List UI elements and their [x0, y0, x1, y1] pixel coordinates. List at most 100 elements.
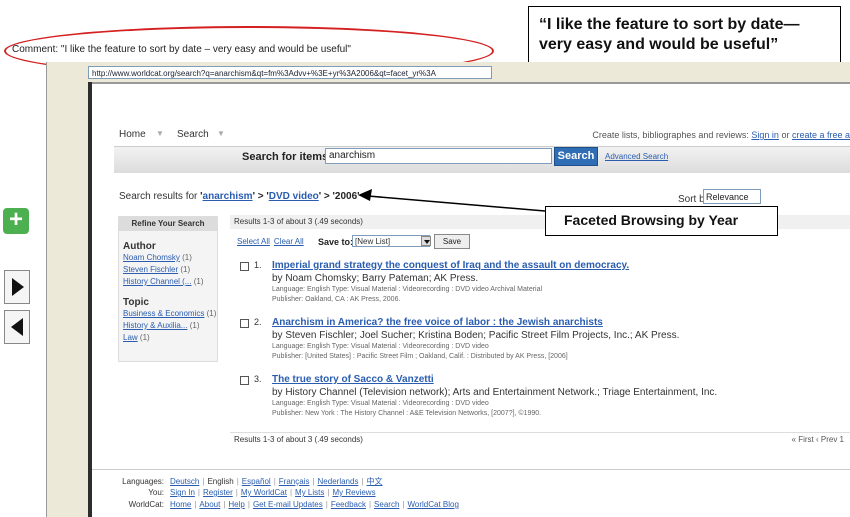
search-input[interactable]: anarchism	[325, 148, 552, 164]
footer-link[interactable]: Sign In	[170, 488, 195, 497]
select-all-link[interactable]: Select All	[237, 237, 270, 246]
facet-link[interactable]: Noam Chomsky	[123, 253, 180, 262]
site-footer: Languages: Deutsch | English | Español | França…	[92, 469, 850, 517]
breadcrumb-sep: ' > '	[252, 191, 269, 202]
search-button[interactable]: Search	[554, 147, 598, 166]
pager[interactable]: « First ‹ Prev 1	[792, 433, 844, 447]
result-author: by History Channel (Television network);…	[272, 387, 718, 398]
footer-link[interactable]: My WorldCat	[241, 488, 287, 497]
footer-languages: Languages: Deutsch | English | Español | França…	[112, 476, 383, 487]
footer-link[interactable]: WorldCat Blog	[407, 500, 458, 509]
create-lists-text: Create lists, bibliographes and reviews:…	[592, 130, 850, 140]
result-meta: Language: English Type: Visual Material …	[272, 400, 489, 407]
result-title-link[interactable]: Imperial grand strategy the conquest of …	[272, 260, 629, 271]
facet-count: (1)	[193, 277, 204, 286]
or-label: or	[778, 130, 792, 140]
play-right-icon	[12, 278, 24, 296]
search-label: Search for items:	[242, 151, 332, 163]
footer-link[interactable]: Search	[374, 500, 399, 509]
result-title-link[interactable]: Anarchism in America? the free voice of …	[272, 317, 603, 328]
facet-count: (1)	[180, 265, 191, 274]
footer-link[interactable]: Feedback	[331, 500, 366, 509]
breadcrumb-prefix: Search results for	[119, 191, 201, 202]
footer-worldcat: WorldCat: Home | About | Help | Get E-mail Upda…	[112, 500, 459, 509]
facet-item[interactable]: Law (1)	[123, 333, 150, 342]
result-publisher: Publisher: Oakland, CA : AK Press, 2006.	[272, 296, 401, 303]
save-to-select[interactable]: [New List]	[352, 235, 430, 247]
footer-link[interactable]: My Reviews	[332, 488, 375, 497]
advanced-search-link[interactable]: Advanced Search	[605, 152, 668, 161]
chevron-down-icon[interactable]: ▼	[156, 129, 164, 138]
facet-link[interactable]: History & Auxilia...	[123, 321, 187, 330]
footer-link[interactable]: My Lists	[295, 488, 324, 497]
clear-all-link[interactable]: Clear All	[274, 237, 304, 246]
chevron-down-icon[interactable]	[421, 236, 431, 246]
result-number: 3.	[254, 374, 262, 384]
result-checkbox[interactable]	[240, 319, 249, 328]
facet-item[interactable]: History & Auxilia... (1)	[123, 321, 199, 330]
footer-link[interactable]: Get E-mail Updates	[253, 500, 323, 509]
create-lists-label: Create lists, bibliographes and reviews:	[592, 130, 752, 140]
facet-link[interactable]: Law	[123, 333, 138, 342]
sign-in-link[interactable]: Sign in	[751, 130, 779, 140]
breadcrumb: Search results for 'anarchism' > 'DVD vi…	[119, 191, 360, 202]
result-number: 1.	[254, 260, 262, 270]
footer-you: You: Sign In | Register | My WorldCat | My List…	[112, 488, 375, 497]
breadcrumb-year: '2006'	[332, 191, 360, 202]
address-bar[interactable]: http://www.worldcat.org/search?q=anarchi…	[88, 66, 492, 79]
results-footer-summary: Results 1-3 of about 3 (.49 seconds)	[234, 435, 363, 444]
facet-item[interactable]: Business & Economics (1)	[123, 309, 216, 318]
facet-callout: Faceted Browsing by Year	[545, 206, 778, 236]
result-publisher: Publisher: New York : The History Channe…	[272, 410, 542, 417]
prev-slide-button[interactable]	[4, 310, 30, 344]
result-meta: Language: English Type: Visual Material …	[272, 286, 543, 293]
results-footer: Results 1-3 of about 3 (.49 seconds) « F…	[230, 432, 850, 446]
footer-label: Languages:	[122, 477, 164, 486]
footer-link[interactable]: About	[199, 500, 220, 509]
sort-select[interactable]: Relevance	[703, 189, 761, 204]
breadcrumb-term-link[interactable]: anarchism	[203, 191, 253, 202]
facet-item[interactable]: Noam Chomsky (1)	[123, 253, 192, 262]
facet-count: (1)	[182, 253, 192, 262]
footer-link[interactable]: Nederlands	[318, 477, 359, 486]
footer-link[interactable]: Home	[170, 500, 191, 509]
footer-link[interactable]: 中文	[367, 477, 383, 486]
facet-item[interactable]: History Channel (... (1)	[123, 277, 203, 286]
footer-link[interactable]: Register	[203, 488, 233, 497]
footer-label: You:	[148, 488, 164, 497]
facet-count: (1)	[189, 321, 200, 330]
footer-label: WorldCat:	[128, 500, 164, 509]
nav-search[interactable]: Search	[177, 129, 209, 140]
nav-home[interactable]: Home	[119, 129, 146, 140]
next-slide-button[interactable]	[4, 270, 30, 304]
result-item: 1. Imperial grand strategy the conquest …	[240, 260, 800, 310]
footer-link[interactable]: Help	[228, 500, 244, 509]
footer-link[interactable]: Français	[279, 477, 310, 486]
facet-topic-title: Topic	[123, 297, 149, 308]
save-to-label: Save to:	[318, 237, 354, 247]
footer-current-language: English	[207, 477, 234, 486]
breadcrumb-format-link[interactable]: DVD video	[269, 191, 319, 202]
result-title-link[interactable]: The true story of Sacco & Vanzetti	[272, 374, 434, 385]
result-item: 3. The true story of Sacco & Vanzetti by…	[240, 374, 800, 424]
result-publisher: Publisher: [United States] : Pacific Str…	[272, 353, 568, 360]
top-nav: Home ▼ Search ▼ Create lists, bibliograp…	[119, 129, 850, 145]
footer-link[interactable]: Deutsch	[170, 477, 199, 486]
save-button[interactable]: Save	[434, 234, 470, 249]
plus-icon[interactable]: +	[3, 207, 29, 234]
result-meta: Language: English Type: Visual Material …	[272, 343, 489, 350]
facet-count: (1)	[139, 333, 150, 342]
chevron-down-icon[interactable]: ▼	[217, 129, 225, 138]
result-checkbox[interactable]	[240, 376, 249, 385]
facet-link[interactable]: Steven Fischler	[123, 265, 178, 274]
facet-link[interactable]: Business & Economics	[123, 309, 204, 318]
facet-author-title: Author	[123, 241, 156, 252]
refine-panel: Refine Your Search Author Noam Chomsky (…	[118, 216, 218, 362]
result-item: 2. Anarchism in America? the free voice …	[240, 317, 800, 367]
facet-link[interactable]: History Channel (...	[123, 277, 191, 286]
result-number: 2.	[254, 317, 262, 327]
create-account-link[interactable]: create a free a	[792, 130, 850, 140]
footer-link[interactable]: Español	[242, 477, 271, 486]
result-checkbox[interactable]	[240, 262, 249, 271]
facet-item[interactable]: Steven Fischler (1)	[123, 265, 190, 274]
